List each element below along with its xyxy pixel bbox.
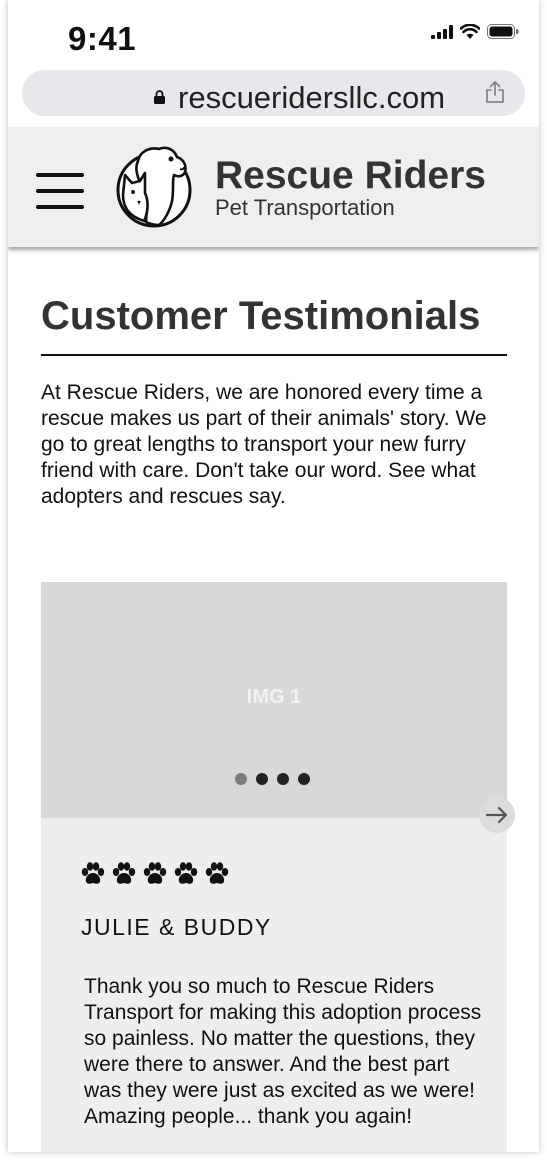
paw-icon xyxy=(142,862,168,891)
hamburger-menu-icon[interactable] xyxy=(36,171,84,211)
phone-screen: 9:41 rescueridersllc.com Rescue Riders P… xyxy=(8,0,539,1152)
testimonial-text: Thank you so much to Rescue Riders Trans… xyxy=(84,975,482,1128)
paw-icon xyxy=(204,862,230,891)
logo-dog-cat-icon[interactable] xyxy=(114,145,194,229)
reviewer-name: JULIE & BUDDY xyxy=(81,914,272,940)
paw-icon xyxy=(111,862,137,891)
carousel-dots xyxy=(235,773,310,785)
carousel-dot-2[interactable] xyxy=(256,773,268,785)
arrow-right-icon xyxy=(485,806,508,824)
testimonial-card: JULIE & BUDDY Thank you so much to Rescu… xyxy=(41,818,507,1152)
signal-icon xyxy=(431,24,453,39)
status-icons xyxy=(431,24,519,39)
paw-icon xyxy=(173,862,199,891)
url-bar[interactable]: rescueridersllc.com xyxy=(22,70,525,116)
paw-icon xyxy=(80,862,106,891)
carousel-next-button[interactable] xyxy=(479,797,515,833)
brand-tagline: Pet Transportation xyxy=(215,195,395,220)
star-rating xyxy=(80,862,230,891)
url-text: rescueridersllc.com xyxy=(178,80,446,115)
carousel-dot-4[interactable] xyxy=(298,773,310,785)
testimonial-image-carousel[interactable]: IMG 1 xyxy=(41,582,507,818)
wifi-icon xyxy=(460,24,480,39)
title-divider xyxy=(41,354,507,356)
carousel-dot-1[interactable] xyxy=(235,773,247,785)
site-header: Rescue Riders Pet Transportation xyxy=(8,127,539,247)
lock-icon xyxy=(154,90,165,104)
status-time: 9:41 xyxy=(68,20,137,57)
intro-paragraph: At Rescue Riders, we are honored every t… xyxy=(41,381,487,508)
page-title: Customer Testimonials xyxy=(41,294,481,338)
share-icon[interactable] xyxy=(485,80,505,104)
carousel-dot-3[interactable] xyxy=(277,773,289,785)
status-bar: 9:41 xyxy=(8,0,539,62)
brand-name[interactable]: Rescue Riders xyxy=(215,154,486,198)
battery-icon xyxy=(487,24,519,39)
carousel-image-placeholder: IMG 1 xyxy=(246,686,302,708)
